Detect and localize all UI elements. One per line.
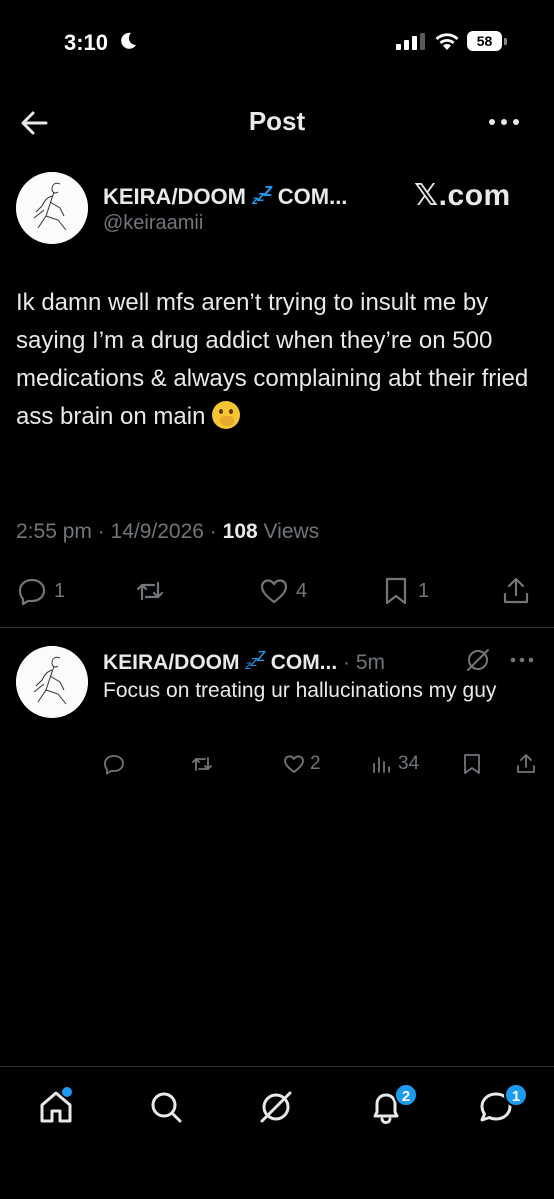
- post-metadata: 2:55 pm · 14/9/2026 · 108 Views: [16, 520, 319, 544]
- post-timestamp: 2:55 pm · 14/9/2026 ·: [16, 520, 223, 543]
- like-button[interactable]: 4: [258, 570, 307, 612]
- reply-views-button[interactable]: 34: [370, 748, 419, 780]
- reply-icon: [18, 578, 46, 606]
- bookmark-count: 1: [418, 579, 430, 602]
- reply-timestamp: · 5m: [337, 651, 386, 674]
- reply-more-options-icon[interactable]: [508, 650, 536, 670]
- battery-indicator: 58: [467, 31, 507, 51]
- reply-header: KEIRA/DOOM zzz COM... · 5m: [103, 645, 386, 674]
- grok-icon: [260, 1091, 292, 1123]
- author-name-text: KEIRA/DOOM: [103, 184, 246, 209]
- header: Post: [0, 95, 554, 151]
- share-button[interactable]: [500, 570, 532, 612]
- reply-share-button[interactable]: [514, 748, 538, 780]
- cellular-signal-icon: [396, 33, 425, 50]
- nav-search[interactable]: [146, 1087, 190, 1131]
- reply-author-name-suffix: COM...: [270, 651, 338, 674]
- reply-count: 1: [54, 579, 66, 602]
- more-options-icon[interactable]: [484, 107, 524, 137]
- repost-icon: [136, 581, 164, 601]
- reply-icon: [104, 755, 124, 775]
- sleeping-zzz-icon: zzz: [252, 180, 273, 207]
- reply-views-count: 34: [398, 753, 420, 774]
- notifications-badge: 2: [394, 1083, 418, 1107]
- nav-home[interactable]: [36, 1087, 80, 1131]
- nav-messages[interactable]: 1: [476, 1083, 528, 1131]
- home-notification-dot: [62, 1087, 72, 1097]
- views-label: Views: [257, 520, 320, 543]
- author-name-suffix: COM...: [277, 184, 348, 209]
- share-icon: [503, 577, 529, 604]
- divider: [0, 627, 554, 628]
- reply-author-avatar[interactable]: [16, 646, 88, 718]
- views-count: 108: [222, 520, 258, 543]
- bottom-nav: 2 1: [0, 1066, 554, 1199]
- nav-notifications[interactable]: 2: [366, 1083, 418, 1131]
- share-icon: [517, 754, 535, 773]
- post-actions: 1 4 1: [0, 570, 554, 612]
- reply-repost-button[interactable]: [190, 748, 218, 780]
- reply-bookmark-button[interactable]: [460, 748, 484, 780]
- reply-like-count: 2: [310, 753, 321, 774]
- status-bar: 3:10 58: [0, 0, 554, 88]
- grok-icon[interactable]: [464, 646, 492, 674]
- battery-level: 58: [467, 31, 502, 51]
- post-text: Ik damn well mfs aren’t trying to insult…: [16, 284, 540, 436]
- heart-icon: [260, 579, 288, 604]
- sleeping-zzz-icon: zzz: [245, 645, 266, 672]
- post-text-body: Ik damn well mfs aren’t trying to insult…: [16, 289, 529, 430]
- bookmark-button[interactable]: 1: [380, 570, 429, 612]
- page-title: Post: [248, 106, 306, 136]
- status-time: 3:10: [64, 30, 109, 55]
- reply-like-button[interactable]: 2: [282, 748, 321, 780]
- moon-icon: [121, 32, 136, 49]
- bookmark-icon: [464, 754, 480, 774]
- wifi-icon: [435, 33, 459, 50]
- reply-button[interactable]: 1: [16, 570, 65, 612]
- reply-actions: 2 34: [0, 748, 554, 780]
- views-chart-icon: [373, 757, 390, 773]
- avatar-sketch-icon: [16, 646, 88, 718]
- repost-button[interactable]: [134, 570, 172, 612]
- battery-tip: [504, 38, 507, 45]
- bookmark-icon: [385, 577, 407, 605]
- xcom-watermark: 𝕏.com: [414, 179, 511, 212]
- nav-grok[interactable]: [256, 1087, 300, 1131]
- reply-text: Focus on treating ur hallucinations my g…: [103, 679, 497, 702]
- face-with-hand-over-mouth-icon: [212, 401, 241, 429]
- like-count: 4: [296, 579, 308, 602]
- reply-author-name[interactable]: KEIRA/DOOM: [103, 651, 240, 674]
- messages-badge: 1: [504, 1083, 528, 1107]
- author-handle[interactable]: @keiraamii: [103, 212, 203, 235]
- author-avatar[interactable]: [16, 172, 88, 244]
- heart-icon: [284, 755, 304, 773]
- author-name[interactable]: KEIRA/DOOM zzz COM...: [103, 180, 347, 210]
- repost-icon: [192, 757, 212, 771]
- reply-reply-button[interactable]: [102, 748, 130, 780]
- avatar-sketch-icon: [16, 172, 88, 244]
- search-icon: [151, 1092, 182, 1123]
